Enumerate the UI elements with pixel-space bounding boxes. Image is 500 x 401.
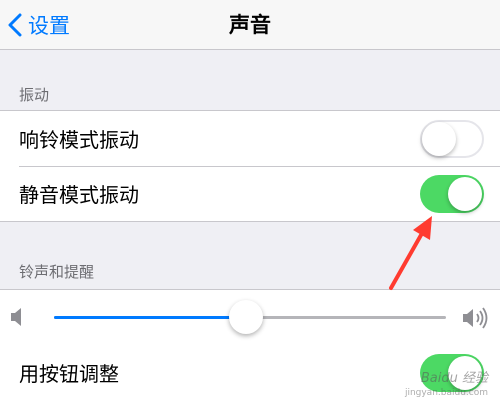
ring-mode-vibration-row: 响铃模式振动 [0, 111, 500, 166]
section-header-vibration: 振动 [19, 86, 50, 104]
section-header-ringer-alerts: 铃声和提醒 [19, 263, 95, 281]
silent-mode-vibration-label: 静音模式振动 [19, 183, 139, 207]
baidu-watermark: Baidu 经验 [420, 371, 488, 386]
slider-thumb[interactable] [229, 300, 264, 334]
vibration-group: 响铃模式振动 静音模式振动 [0, 110, 500, 222]
baidu-watermark-url: jingyan.baidu.com [404, 388, 488, 398]
silent-mode-vibration-switch[interactable] [420, 174, 484, 213]
navigation-bar: 设置 声音 [0, 0, 500, 50]
switch-knob [448, 176, 482, 211]
ringer-volume-row [0, 290, 500, 345]
red-arrow-annotation [389, 216, 432, 290]
slider-fill [54, 316, 247, 319]
ring-mode-vibration-label: 响铃模式振动 [19, 128, 139, 152]
ring-mode-vibration-switch[interactable] [420, 119, 484, 158]
volume-low-icon [11, 308, 21, 326]
page-title: 声音 [229, 13, 271, 37]
change-with-buttons-label: 用按钮调整 [19, 362, 119, 386]
switch-knob [422, 121, 456, 156]
volume-high-icon [463, 307, 488, 329]
ringer-volume-slider[interactable] [54, 300, 446, 334]
